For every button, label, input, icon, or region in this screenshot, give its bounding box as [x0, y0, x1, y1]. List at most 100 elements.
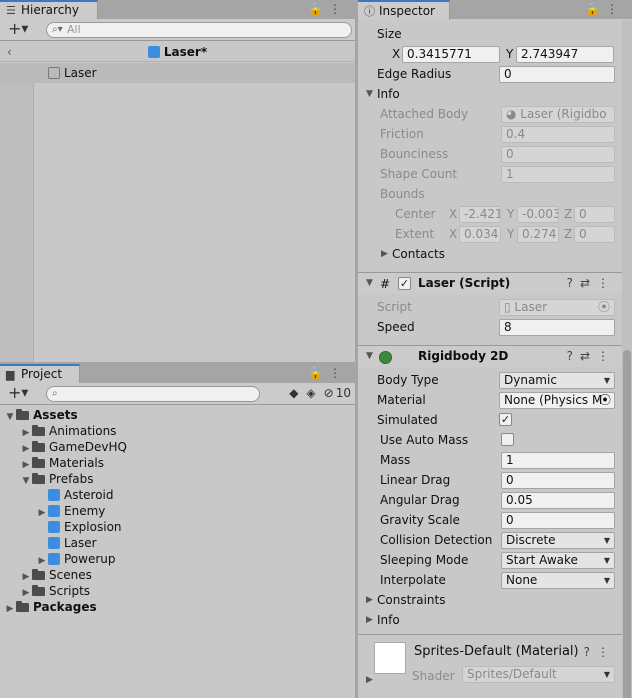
help-icon[interactable]: ? [584, 645, 597, 659]
lock-icon[interactable]: 🔒 [308, 2, 329, 16]
edge-radius-field[interactable]: 0 [499, 66, 615, 83]
lock-icon[interactable]: 🔒 [308, 366, 329, 380]
back-arrow-icon[interactable]: ‹ [7, 42, 12, 62]
more-menu-icon[interactable]: ⋮ [597, 645, 616, 659]
folder-icon [32, 457, 45, 468]
tree-item-label: GameDevHQ [49, 440, 127, 454]
size-x-field[interactable]: 0.3415771 [402, 46, 500, 63]
rigidbody-header[interactable]: ▼ Rigidbody 2D ?⇄⋮ [358, 345, 622, 367]
collapsed-triangle-icon: ▶ [366, 595, 373, 605]
dropdown-arrow-icon: ▼ [603, 576, 610, 585]
interpolate-dropdown[interactable]: None ▼ [501, 572, 615, 589]
tree-item-gamedevhq[interactable]: ▶ GameDevHQ [0, 439, 355, 455]
x-label: X [449, 227, 458, 241]
gravity-scale-field[interactable]: 0 [501, 512, 615, 529]
filter-by-label-icon[interactable]: ◈ [306, 386, 315, 400]
simulated-checkbox[interactable]: ✓ [499, 413, 512, 426]
hidden-packages-icon[interactable]: ⊘ [324, 386, 334, 400]
more-menu-icon[interactable]: ⋮ [329, 366, 347, 380]
hierarchy-item-laser[interactable]: Laser [0, 63, 355, 83]
bounds-label: Bounds [380, 187, 425, 201]
tree-item-scripts[interactable]: ▶ Scripts [0, 583, 355, 599]
filter-by-type-icon[interactable]: ◆ [289, 386, 298, 400]
tree-item-label: Prefabs [49, 472, 94, 486]
help-icon[interactable]: ? [567, 276, 580, 290]
interpolate-value: None [506, 573, 538, 587]
scrollbar-thumb[interactable] [623, 350, 631, 698]
more-menu-icon[interactable]: ⋮ [597, 276, 616, 290]
tree-item-explosion[interactable]: Explosion [0, 519, 355, 535]
hierarchy-search-input[interactable]: ⌕▾ All [46, 22, 352, 38]
collision-detection-label: Collision Detection [380, 533, 493, 547]
tree-item-animations[interactable]: ▶ Animations [0, 423, 355, 439]
tree-item-label: Laser [64, 536, 97, 550]
bounciness-label: Bounciness [380, 147, 449, 161]
mass-field[interactable]: 1 [501, 452, 615, 469]
center-z-field: 0 [574, 206, 615, 223]
body-type-dropdown[interactable]: Dynamic ▼ [499, 372, 615, 389]
tree-item-packages[interactable]: ▶ Packages [0, 599, 355, 615]
tree-item-label: Scripts [49, 584, 91, 598]
info-foldout[interactable]: ▼ Info [358, 84, 622, 104]
tree-item-asteroid[interactable]: Asteroid [0, 487, 355, 503]
tree-item-laser[interactable]: Laser [0, 535, 355, 551]
shader-dropdown: Sprites/Default ▼ [462, 666, 615, 683]
collision-detection-value: Discrete [506, 533, 556, 547]
project-toolbar-tools: ◆ ◈ ⊘ 10 [281, 386, 351, 400]
x-label: X [449, 207, 458, 221]
material-preview-thumbnail[interactable] [374, 642, 406, 674]
component-header-icons: ?⇄⋮ [567, 346, 616, 367]
list-icon: ☰ [6, 4, 16, 17]
gravity-scale-row: Gravity Scale 0 [358, 510, 622, 530]
tab-hierarchy[interactable]: ☰ Hierarchy [0, 0, 98, 20]
sleeping-mode-value: Start Awake [506, 553, 578, 567]
edge-radius-row: Edge Radius 0 [358, 64, 622, 84]
object-picker-icon[interactable]: ⦿ [599, 393, 611, 408]
script-field: ▯ Laser ⦿ [499, 299, 615, 316]
expanded-triangle-icon: ▼ [366, 351, 373, 361]
tree-item-powerup[interactable]: ▶ Powerup [0, 551, 355, 567]
lock-icon[interactable]: 🔒 [585, 2, 606, 16]
more-menu-icon[interactable]: ⋮ [606, 2, 624, 16]
constraints-foldout[interactable]: ▶ Constraints [358, 590, 622, 610]
edge-radius-label: Edge Radius [377, 67, 452, 81]
rigidbody-info-foldout[interactable]: ▶ Info [358, 610, 622, 630]
object-picker-icon[interactable]: ⦿ [598, 300, 610, 315]
tree-item-scenes[interactable]: ▶ Scenes [0, 567, 355, 583]
folder-tab-icon: ▆ [6, 368, 15, 381]
component-header-icons: ?⇄⋮ [567, 273, 616, 294]
inspector-scrollbar[interactable] [622, 20, 632, 698]
more-menu-icon[interactable]: ⋮ [329, 2, 347, 16]
more-menu-icon[interactable]: ⋮ [597, 349, 616, 363]
material-field[interactable]: None (Physics M ⦿ [499, 392, 615, 409]
create-asset-button[interactable]: +▼ [8, 385, 28, 402]
help-icon[interactable]: ? [567, 349, 580, 363]
laser-script-title: Laser (Script) [418, 276, 511, 290]
center-y-field: -0.003 [517, 206, 559, 223]
linear-drag-field[interactable]: 0 [501, 472, 615, 489]
preset-icon[interactable]: ⇄ [580, 349, 597, 363]
create-button[interactable]: +▼ [8, 21, 28, 38]
tree-item-prefabs[interactable]: ▼ Prefabs [0, 471, 355, 487]
contacts-label: Contacts [392, 247, 445, 261]
tree-item-materials[interactable]: ▶ Materials [0, 455, 355, 471]
tree-item-enemy[interactable]: ▶ Enemy [0, 503, 355, 519]
project-search-input[interactable]: ⌕ [46, 386, 260, 402]
tab-project[interactable]: ▆ Project [0, 364, 80, 384]
angular-drag-field[interactable]: 0.05 [501, 492, 615, 509]
tree-item-label: Materials [49, 456, 105, 470]
contacts-foldout[interactable]: ▶ Contacts [358, 244, 622, 264]
laser-script-header[interactable]: ▼ # ✓ Laser (Script) ?⇄⋮ [358, 272, 622, 294]
gameobject-icon [48, 67, 60, 79]
sleeping-mode-dropdown[interactable]: Start Awake ▼ [501, 552, 615, 569]
component-enabled-checkbox[interactable]: ✓ [398, 277, 411, 290]
tab-inspector[interactable]: ⓘ Inspector [358, 0, 450, 20]
collapsed-triangle-icon[interactable]: ▶ [366, 670, 373, 690]
size-y-field[interactable]: 2.743947 [516, 46, 614, 63]
simulated-label: Simulated [377, 413, 438, 427]
collision-detection-dropdown[interactable]: Discrete ▼ [501, 532, 615, 549]
speed-field[interactable]: 8 [499, 319, 615, 336]
preset-icon[interactable]: ⇄ [580, 276, 597, 290]
use-auto-mass-checkbox[interactable] [501, 433, 514, 446]
tree-item-assets[interactable]: ▼ Assets [0, 407, 355, 423]
